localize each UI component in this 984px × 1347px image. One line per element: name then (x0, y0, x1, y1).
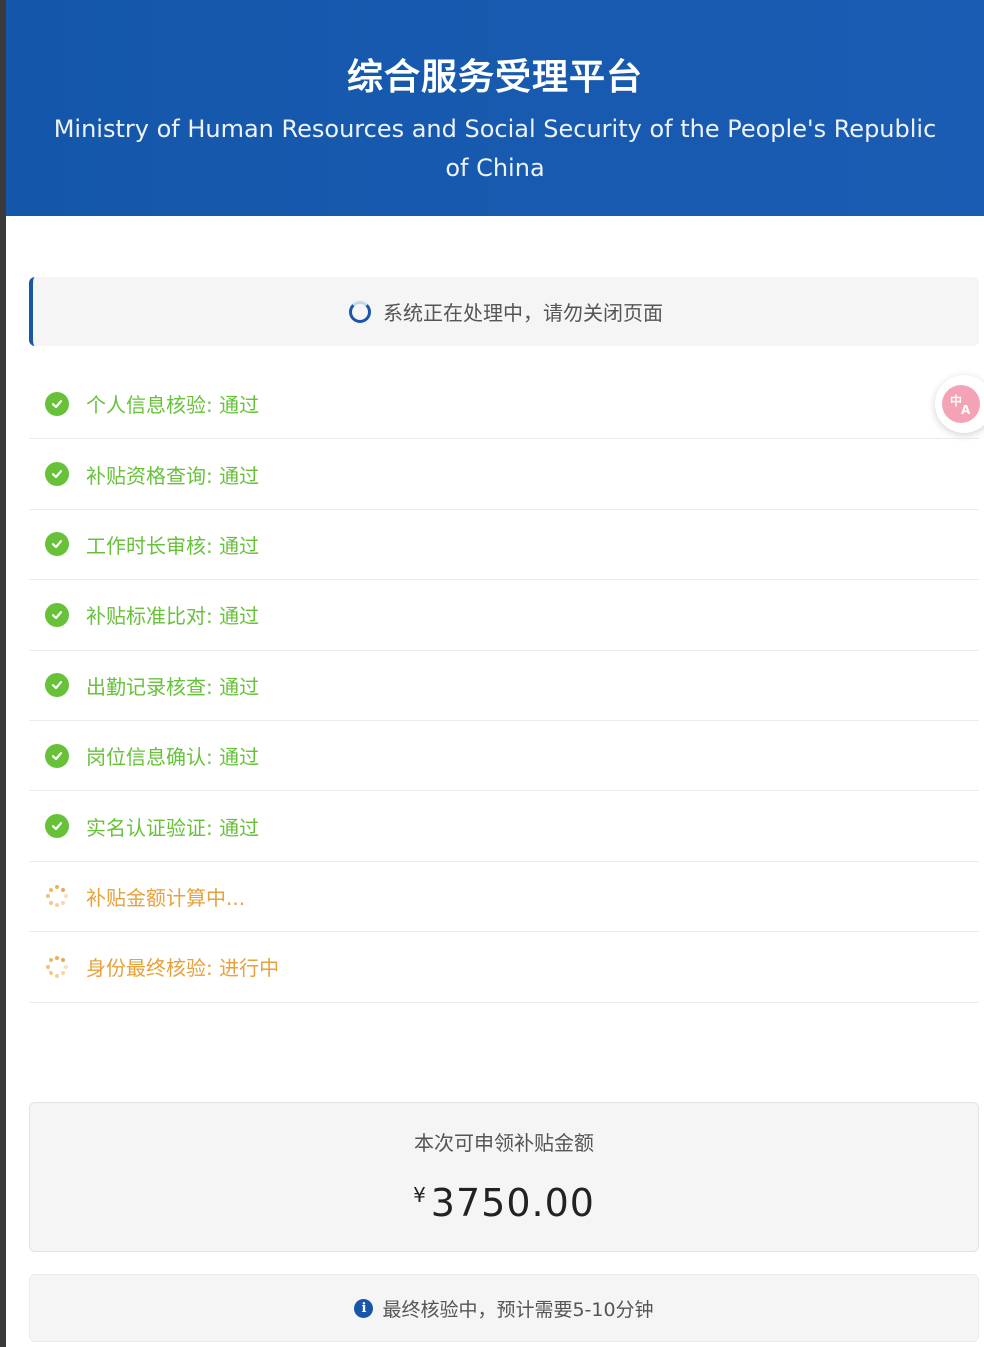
processing-status-banner: 系统正在处理中，请勿关闭页面 (29, 277, 979, 346)
verification-step-label: 出勤记录核查: 通过 (86, 674, 260, 699)
verification-step-row: 身份最终核验: 进行中 (29, 932, 979, 1003)
translate-icon: 中 A (942, 385, 980, 423)
translate-button[interactable]: 中 A (935, 375, 984, 433)
page: 综合服务受理平台 Ministry of Human Resources and… (6, 0, 984, 1347)
subsidy-amount-number: 3750.00 (430, 1181, 595, 1225)
verification-step-row: 出勤记录核查: 通过 (29, 651, 979, 721)
subsidy-amount-label: 本次可申领补贴金额 (414, 1131, 594, 1155)
verification-step-row: 个人信息核验: 通过 (29, 369, 979, 440)
verification-step-row: 岗位信息确认: 通过 (29, 721, 979, 792)
loading-dots-icon (45, 884, 69, 908)
verification-step-label: 补贴金额计算中... (86, 885, 246, 910)
check-circle-icon (45, 532, 69, 557)
check-circle-icon (45, 673, 69, 698)
subsidy-amount-card: 本次可申领补贴金额 ¥3750.00 (29, 1102, 979, 1252)
verification-step-row: 补贴标准比对: 通过 (29, 580, 979, 651)
final-verification-notice: i 最终核验中，预计需要5-10分钟 (29, 1274, 979, 1342)
svg-text:A: A (961, 403, 971, 417)
verification-step-row: 实名认证验证: 通过 (29, 791, 979, 862)
check-circle-icon (45, 391, 69, 416)
currency-symbol: ¥ (413, 1183, 427, 1207)
verification-step-label: 个人信息核验: 通过 (86, 393, 260, 418)
check-circle-icon (45, 462, 69, 487)
check-circle-icon (45, 743, 69, 768)
verification-step-label: 工作时长审核: 通过 (86, 533, 260, 558)
verification-step-row: 工作时长审核: 通过 (29, 510, 979, 581)
verification-step-row: 补贴资格查询: 通过 (29, 439, 979, 510)
verification-step-label: 岗位信息确认: 通过 (86, 745, 260, 770)
verification-step-label: 补贴标准比对: 通过 (86, 604, 260, 629)
loading-spinner-icon (349, 300, 371, 323)
verification-step-label: 补贴资格查询: 通过 (86, 463, 260, 488)
verification-steps-list: 个人信息核验: 通过 补贴资格查询: 通过 工作时长审核: 通过 补贴标准比对: 通过… (29, 369, 979, 1003)
check-circle-icon (45, 602, 69, 627)
verification-step-label: 身份最终核验: 进行中 (86, 956, 280, 981)
verification-step-row: 补贴金额计算中... (29, 862, 979, 933)
page-header: 综合服务受理平台 Ministry of Human Resources and… (6, 0, 984, 216)
verification-step-label: 实名认证验证: 通过 (86, 815, 260, 840)
subsidy-amount-value: ¥3750.00 (30, 1171, 978, 1227)
page-title: 综合服务受理平台 (346, 57, 643, 98)
page-subtitle: Ministry of Human Resources and Social S… (53, 115, 937, 182)
check-circle-icon (45, 814, 69, 839)
info-icon: i (354, 1298, 374, 1318)
loading-dots-icon (45, 955, 69, 979)
status-banner-text: 系统正在处理中，请勿关闭页面 (383, 301, 663, 325)
final-verification-text: 最终核验中，预计需要5-10分钟 (382, 1298, 654, 1321)
